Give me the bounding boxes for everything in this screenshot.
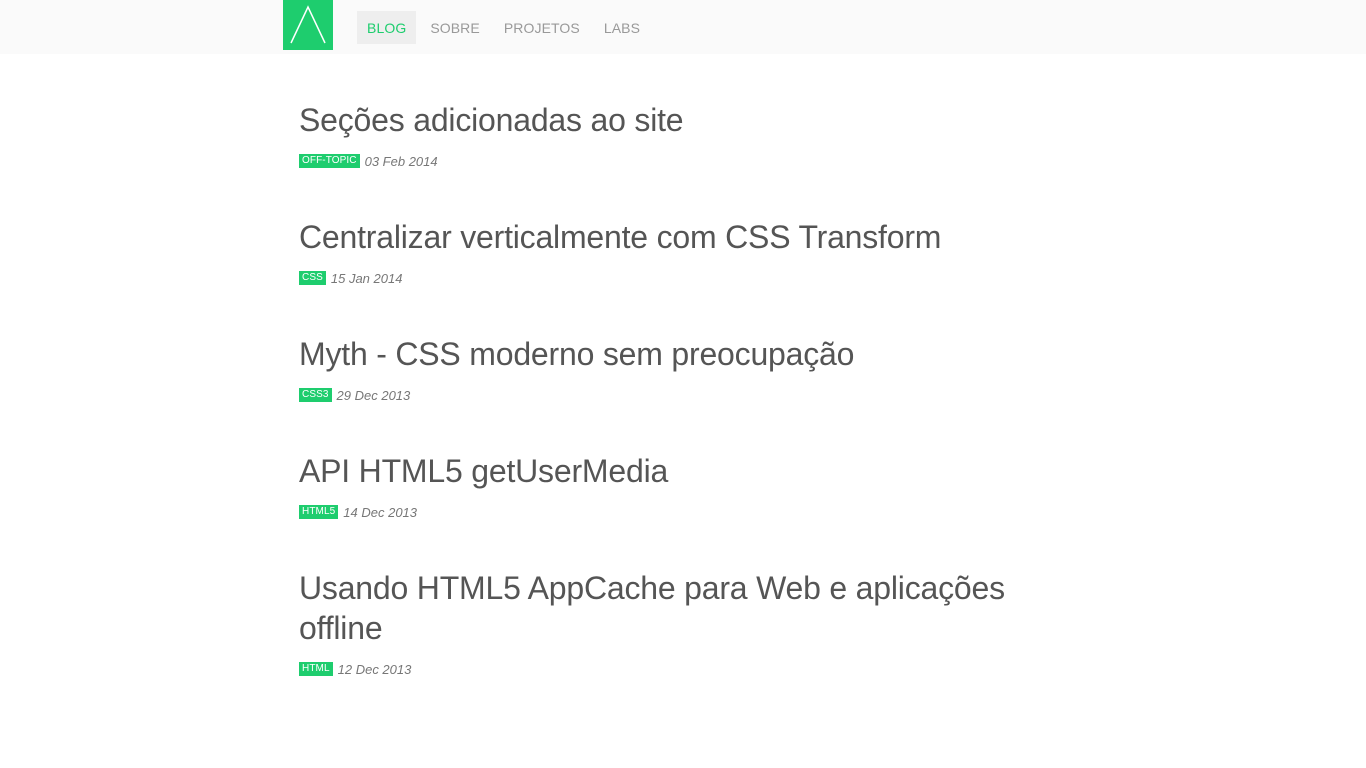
post-meta: HTML 12 Dec 2013 <box>299 661 1059 677</box>
post-title-link[interactable]: Myth - CSS moderno sem preocupação <box>299 334 1059 374</box>
post-date: 15 Jan 2014 <box>330 270 403 286</box>
post-tag[interactable]: HTML5 <box>299 505 339 519</box>
post-date: 12 Dec 2013 <box>337 661 412 677</box>
post-item: Usando HTML5 AppCache para Web e aplicaç… <box>299 568 1059 728</box>
post-item: Centralizar verticalmente com CSS Transf… <box>299 217 1059 334</box>
main-nav: BLOG SOBRE PROJETOS LABS <box>357 11 654 44</box>
post-tag[interactable]: HTML <box>299 662 333 676</box>
post-title-link[interactable]: Seções adicionadas ao site <box>299 100 1059 140</box>
post-title-link[interactable]: Usando HTML5 AppCache para Web e aplicaç… <box>299 568 1059 648</box>
nav-item-projetos[interactable]: PROJETOS <box>494 11 590 44</box>
post-tag[interactable]: CSS3 <box>299 388 332 402</box>
nav-item-labs[interactable]: LABS <box>594 11 650 44</box>
site-logo[interactable] <box>283 0 333 50</box>
post-tag[interactable]: CSS <box>299 271 326 285</box>
post-meta: HTML5 14 Dec 2013 <box>299 504 1059 520</box>
nav-item-blog[interactable]: BLOG <box>357 11 417 44</box>
post-date: 03 Feb 2014 <box>364 153 438 169</box>
post-item: Seções adicionadas ao site OFF-TOPIC 03 … <box>299 100 1059 217</box>
post-list: Seções adicionadas ao site OFF-TOPIC 03 … <box>299 100 1059 728</box>
post-date: 14 Dec 2013 <box>343 504 418 520</box>
post-title-link[interactable]: Centralizar verticalmente com CSS Transf… <box>299 217 1059 257</box>
post-item: API HTML5 getUserMedia HTML5 14 Dec 2013 <box>299 451 1059 568</box>
post-meta: CSS3 29 Dec 2013 <box>299 387 1059 403</box>
post-date: 29 Dec 2013 <box>336 387 411 403</box>
top-navbar: BLOG SOBRE PROJETOS LABS <box>0 0 1366 54</box>
caret-up-icon <box>290 5 326 44</box>
post-title-link[interactable]: API HTML5 getUserMedia <box>299 451 1059 491</box>
nav-item-sobre[interactable]: SOBRE <box>420 11 490 44</box>
post-item: Myth - CSS moderno sem preocupação CSS3 … <box>299 334 1059 451</box>
post-tag[interactable]: OFF-TOPIC <box>299 154 360 168</box>
post-meta: CSS 15 Jan 2014 <box>299 270 1059 286</box>
post-meta: OFF-TOPIC 03 Feb 2014 <box>299 153 1059 169</box>
